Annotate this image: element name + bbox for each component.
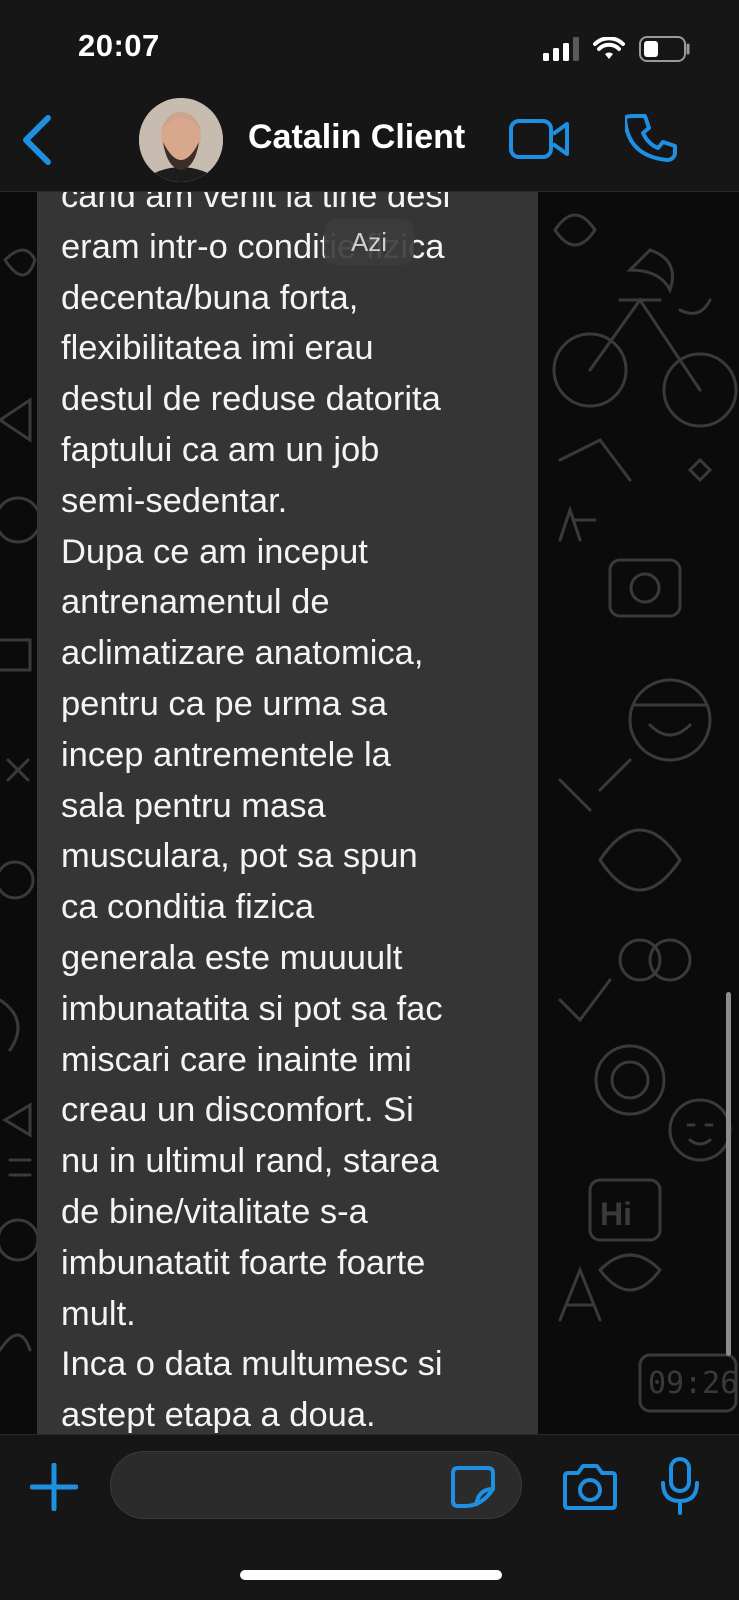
message-line: ca conditia fizica — [61, 888, 315, 927]
wallpaper-clock-text: 09:26 — [648, 1366, 739, 1401]
back-chevron-icon[interactable] — [18, 112, 58, 168]
message-line: eram intr-o conditie fizica — [61, 227, 445, 266]
message-line: de bine/vitalitate s-a — [61, 1192, 368, 1231]
message-line: faptului ca am un job — [61, 430, 380, 469]
microphone-icon[interactable] — [660, 1457, 700, 1515]
message-line: decenta/buna forta, — [61, 278, 359, 317]
chat-header: 20:07 Catalin Client — [0, 0, 739, 192]
message-line: mult. — [61, 1294, 136, 1333]
message-line: musculara, pot sa spun — [61, 837, 418, 876]
message-line: pentru ca pe urma sa — [61, 684, 388, 723]
status-time: 20:07 — [78, 28, 160, 63]
scroll-indicator[interactable] — [726, 992, 731, 1356]
signal-icon — [543, 37, 579, 61]
input-bar — [0, 1434, 739, 1600]
contact-avatar[interactable] — [139, 98, 223, 182]
video-call-icon[interactable] — [509, 118, 571, 160]
message-text: cand am venit la tine desi eram intr-o co… — [61, 192, 531, 1434]
message-line: Dupa ce am inceput — [61, 532, 368, 571]
message-line: imbunatatit foarte foarte — [61, 1243, 426, 1282]
battery-icon — [639, 36, 690, 62]
sticker-icon[interactable] — [450, 1465, 496, 1509]
message-line: flexibilitatea imi erau — [61, 329, 374, 368]
message-line: nu in ultimul rand, starea — [61, 1142, 439, 1181]
plus-icon[interactable] — [30, 1463, 78, 1511]
camera-icon[interactable] — [562, 1461, 618, 1511]
message-line: creau un discomfort. Si — [61, 1091, 414, 1130]
phone-call-icon[interactable] — [625, 112, 677, 164]
message-line: sala pentru masa — [61, 786, 326, 825]
message-line: miscari care inainte imi — [61, 1040, 412, 1079]
message-line: astept etapa a doua. — [61, 1396, 376, 1434]
message-line: semi-sedentar. — [61, 481, 288, 520]
home-indicator[interactable] — [240, 1570, 502, 1580]
message-line: destul de reduse datorita — [61, 380, 441, 419]
status-icons — [543, 34, 691, 64]
contact-name[interactable]: Catalin Client — [248, 118, 465, 157]
message-line: Inca o data multumesc si — [61, 1345, 443, 1384]
message-line: generala este muuuult — [61, 938, 403, 977]
message-line: incep antrementele la — [61, 735, 391, 774]
message-line: imbunatatita si pot sa fac — [61, 989, 443, 1028]
wallpaper-hi-text: Hi — [600, 1196, 632, 1232]
date-separator: Azi — [324, 219, 414, 265]
message-bubble[interactable]: cand am venit la tine desi eram intr-o co… — [37, 192, 538, 1434]
wifi-icon — [593, 37, 625, 59]
message-line: antrenamentul de — [61, 583, 330, 622]
message-line: cand am venit la tine desi — [61, 192, 451, 215]
message-line: aclimatizare anatomica, — [61, 634, 424, 673]
